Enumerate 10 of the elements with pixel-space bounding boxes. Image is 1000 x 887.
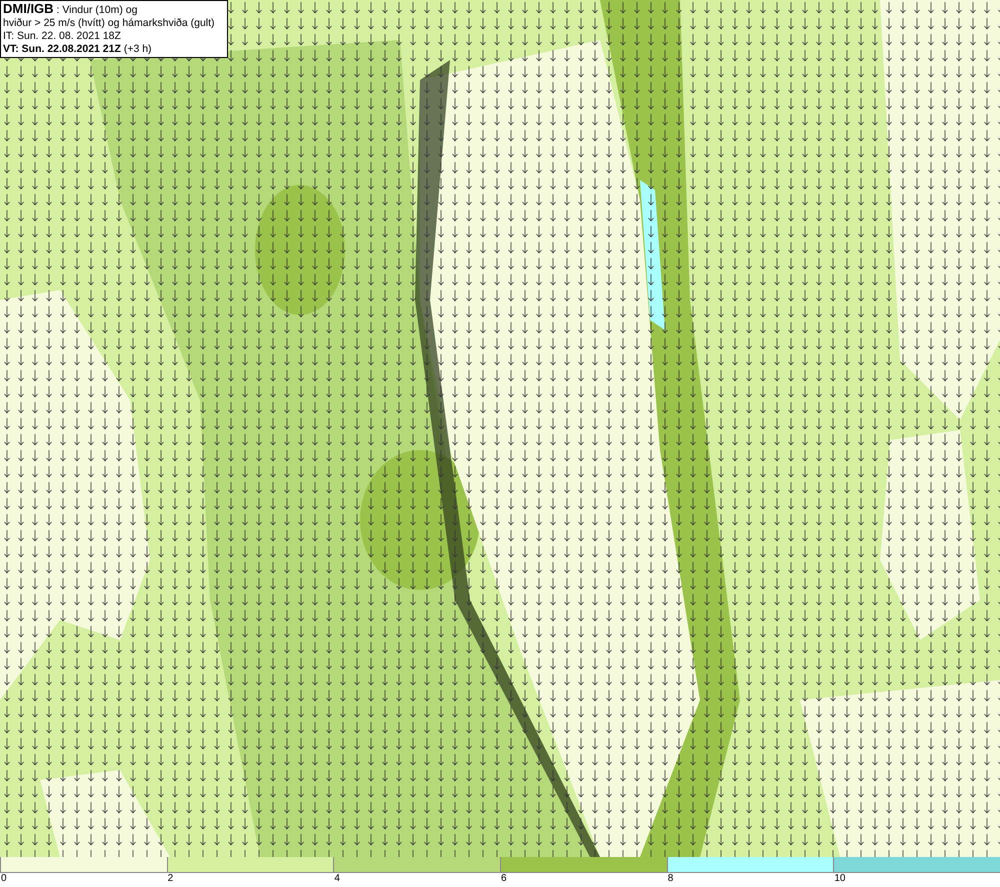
info-line: VT: Sun. 22.08.2021 21Z (+3 h): [3, 43, 153, 56]
legend-label: 4: [334, 873, 340, 885]
legend-label: 2: [168, 873, 174, 885]
info-line: DMI/IGB : Vindur (10m) og: [3, 2, 138, 17]
legend-label: 6: [501, 873, 507, 885]
info-line: hviður > 25 m/s (hvítt) og hámarkshviða (gult): [3, 17, 216, 30]
info-line: IT: Sun. 22. 08. 2021 18Z: [3, 30, 122, 43]
legend-label: 0: [1, 873, 7, 885]
legend-label: 8: [668, 873, 674, 885]
legend-label: 10: [834, 873, 846, 885]
